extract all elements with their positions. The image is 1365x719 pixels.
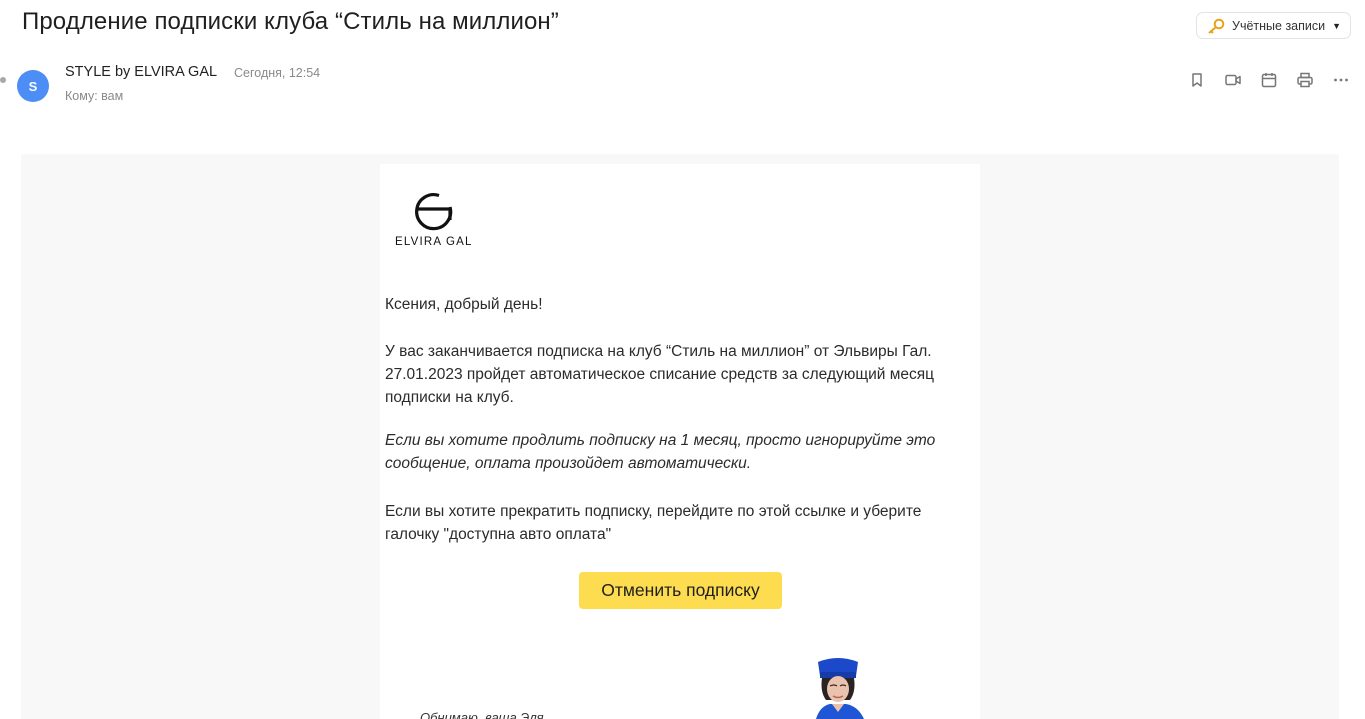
sender-name[interactable]: STYLE by ELVIRA GAL: [65, 64, 217, 80]
accounts-button[interactable]: Учётные записи ▼: [1196, 12, 1351, 39]
more-icon[interactable]: [1332, 71, 1350, 89]
sender-avatar[interactable]: S: [17, 70, 49, 102]
calendar-icon[interactable]: [1260, 71, 1278, 89]
video-icon[interactable]: [1224, 71, 1242, 89]
chevron-down-icon: ▼: [1332, 20, 1342, 31]
greeting: Ксения, добрый день!: [385, 296, 543, 313]
accounts-label: Учётные записи: [1232, 18, 1326, 33]
unread-dot-icon[interactable]: [0, 77, 6, 83]
message-date: Сегодня, 12:54: [234, 66, 321, 80]
paragraph-cancel-instructions: Если вы хотите прекратить подписку, пере…: [385, 503, 922, 543]
recipient-line[interactable]: Кому: вам: [65, 89, 123, 103]
message-subject: Продление подписки клуба “Стиль на милли…: [22, 8, 559, 35]
signature: Обнимаю, ваша Эля: [420, 710, 544, 719]
paragraph-subscription-ending: У вас заканчивается подписка на клуб “Ст…: [385, 343, 935, 406]
paragraph-auto-renew: Если вы хотите продлить подписку на 1 ме…: [385, 432, 936, 472]
cancel-subscription-button[interactable]: Отменить подписку: [579, 572, 782, 609]
bookmark-icon[interactable]: [1188, 71, 1206, 89]
elvira-photo: [816, 658, 864, 719]
print-icon[interactable]: [1296, 71, 1314, 89]
key-icon: [1208, 18, 1225, 34]
logo-text: ELVIRA GAL: [395, 236, 473, 248]
